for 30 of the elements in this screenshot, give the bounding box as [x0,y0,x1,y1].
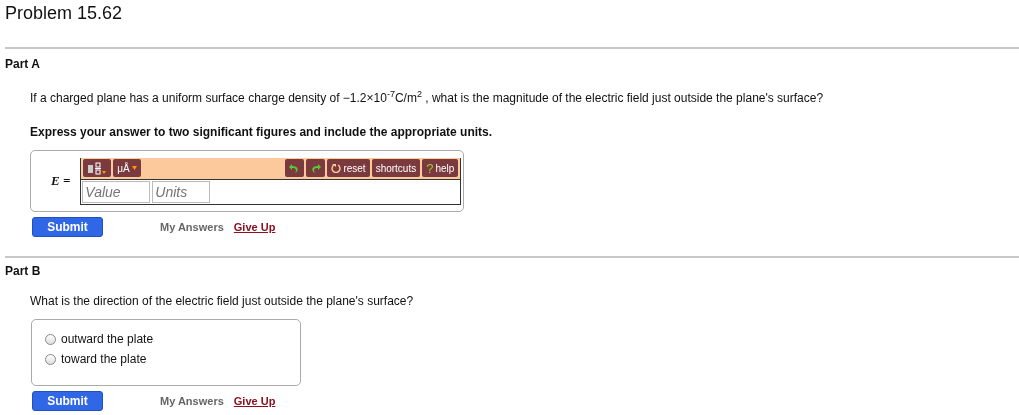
caret-icon [131,166,137,170]
option-label[interactable]: toward the plate [61,352,147,366]
help-button[interactable]: ?help [422,159,459,177]
redo-button[interactable] [306,159,326,177]
option-label[interactable]: outward the plate [61,332,154,346]
shortcuts-button[interactable]: shortcuts [371,159,421,177]
reset-icon [331,163,342,173]
instruction-text: Express your answer to two significant figures and include the appropriate units. [30,125,493,139]
give-up-link[interactable]: Give Up [233,221,276,233]
question-text: If a charged plane has a uniform surface charge density of −1.2×10$^{-7}$C/m$^{2}$ , what is the magnitude of the electric field just outside the plane's surface? [30,89,824,105]
units-field[interactable]: Units [152,180,211,203]
give-up-link[interactable]: Give Up [233,395,276,407]
my-answers-link[interactable]: My Answers [160,395,224,407]
submit-button[interactable]: Submit [32,391,103,411]
radio-button[interactable] [45,353,56,365]
part-heading: Part B [5,264,41,278]
reset-button[interactable]: reset [327,159,370,177]
variable-label: E = [51,173,71,189]
radio-button[interactable] [45,333,56,345]
template-button[interactable] [83,159,112,177]
redo-arrow-icon [310,162,322,174]
problem-title: Problem 15.62 [4,2,123,25]
value-field[interactable]: Value [82,180,151,203]
units-button[interactable]: μÅ [113,159,141,177]
part-heading: Part A [5,57,40,71]
template-icon [87,161,108,175]
submit-button[interactable]: Submit [32,217,103,237]
question-text: What is the direction of the electric field just outside the plane's surface? [30,294,414,308]
undo-button[interactable] [285,159,305,177]
my-answers-link[interactable]: My Answers [160,221,224,233]
